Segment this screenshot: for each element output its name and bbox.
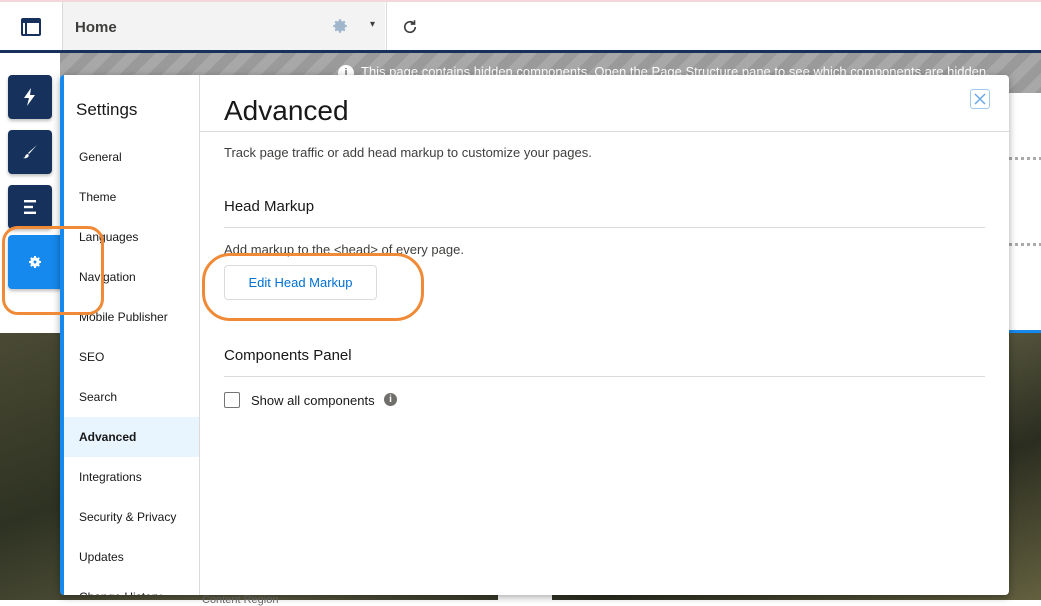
settings-panel: Settings General Theme Languages Navigat… [60, 75, 1009, 595]
settings-nav: Settings General Theme Languages Navigat… [64, 75, 200, 595]
settings-title: Settings [76, 100, 138, 119]
nav-item-general[interactable]: General [64, 137, 199, 177]
section-divider [1009, 157, 1041, 160]
nav-item-seo[interactable]: SEO [64, 337, 199, 377]
chevron-down-icon[interactable]: ▾ [370, 19, 375, 30]
nav-item-change-history[interactable]: Change History [64, 577, 199, 595]
show-all-components-label[interactable]: Show all components [251, 393, 375, 408]
refresh-button[interactable] [386, 2, 432, 52]
head-markup-heading: Head Markup [224, 198, 315, 215]
close-button[interactable] [970, 89, 990, 109]
canvas-edge [1009, 93, 1041, 333]
theme-button[interactable] [8, 130, 52, 174]
page-selector[interactable]: Home ▾ [63, 2, 385, 52]
page-structure-button[interactable] [8, 185, 52, 229]
section-divider [1009, 243, 1041, 246]
highlight-edit-button [202, 253, 424, 321]
layout-menu-button[interactable] [0, 2, 63, 52]
nav-item-integrations[interactable]: Integrations [64, 457, 199, 497]
lightning-icon [24, 88, 35, 106]
nav-item-advanced[interactable]: Advanced [64, 417, 199, 457]
nav-item-security-privacy[interactable]: Security & Privacy [64, 497, 199, 537]
highlight-settings-button [2, 226, 104, 315]
layout-icon [21, 18, 41, 36]
close-icon [974, 93, 986, 105]
section-divider [224, 376, 985, 377]
region-label: Content Region [202, 594, 279, 606]
components-panel-heading: Components Panel [224, 347, 352, 364]
nav-item-search[interactable]: Search [64, 377, 199, 417]
paintbrush-icon [23, 145, 37, 159]
builder-toolbar: Home ▾ [0, 0, 1041, 52]
section-divider [224, 227, 985, 228]
nav-item-updates[interactable]: Updates [64, 537, 199, 577]
gear-icon[interactable] [331, 17, 349, 40]
header-divider [200, 131, 1009, 132]
page-heading: Advanced [224, 95, 349, 126]
show-all-components-checkbox[interactable] [224, 392, 240, 408]
page-title: Home [75, 18, 117, 36]
refresh-icon [403, 20, 416, 34]
advanced-settings-content: Advanced Track page traffic or add head … [200, 75, 1009, 595]
list-icon [24, 200, 36, 214]
info-icon[interactable]: i [384, 393, 397, 406]
nav-item-theme[interactable]: Theme [64, 177, 199, 217]
advanced-description: Track page traffic or add head markup to… [224, 145, 592, 160]
components-button[interactable] [8, 75, 52, 119]
